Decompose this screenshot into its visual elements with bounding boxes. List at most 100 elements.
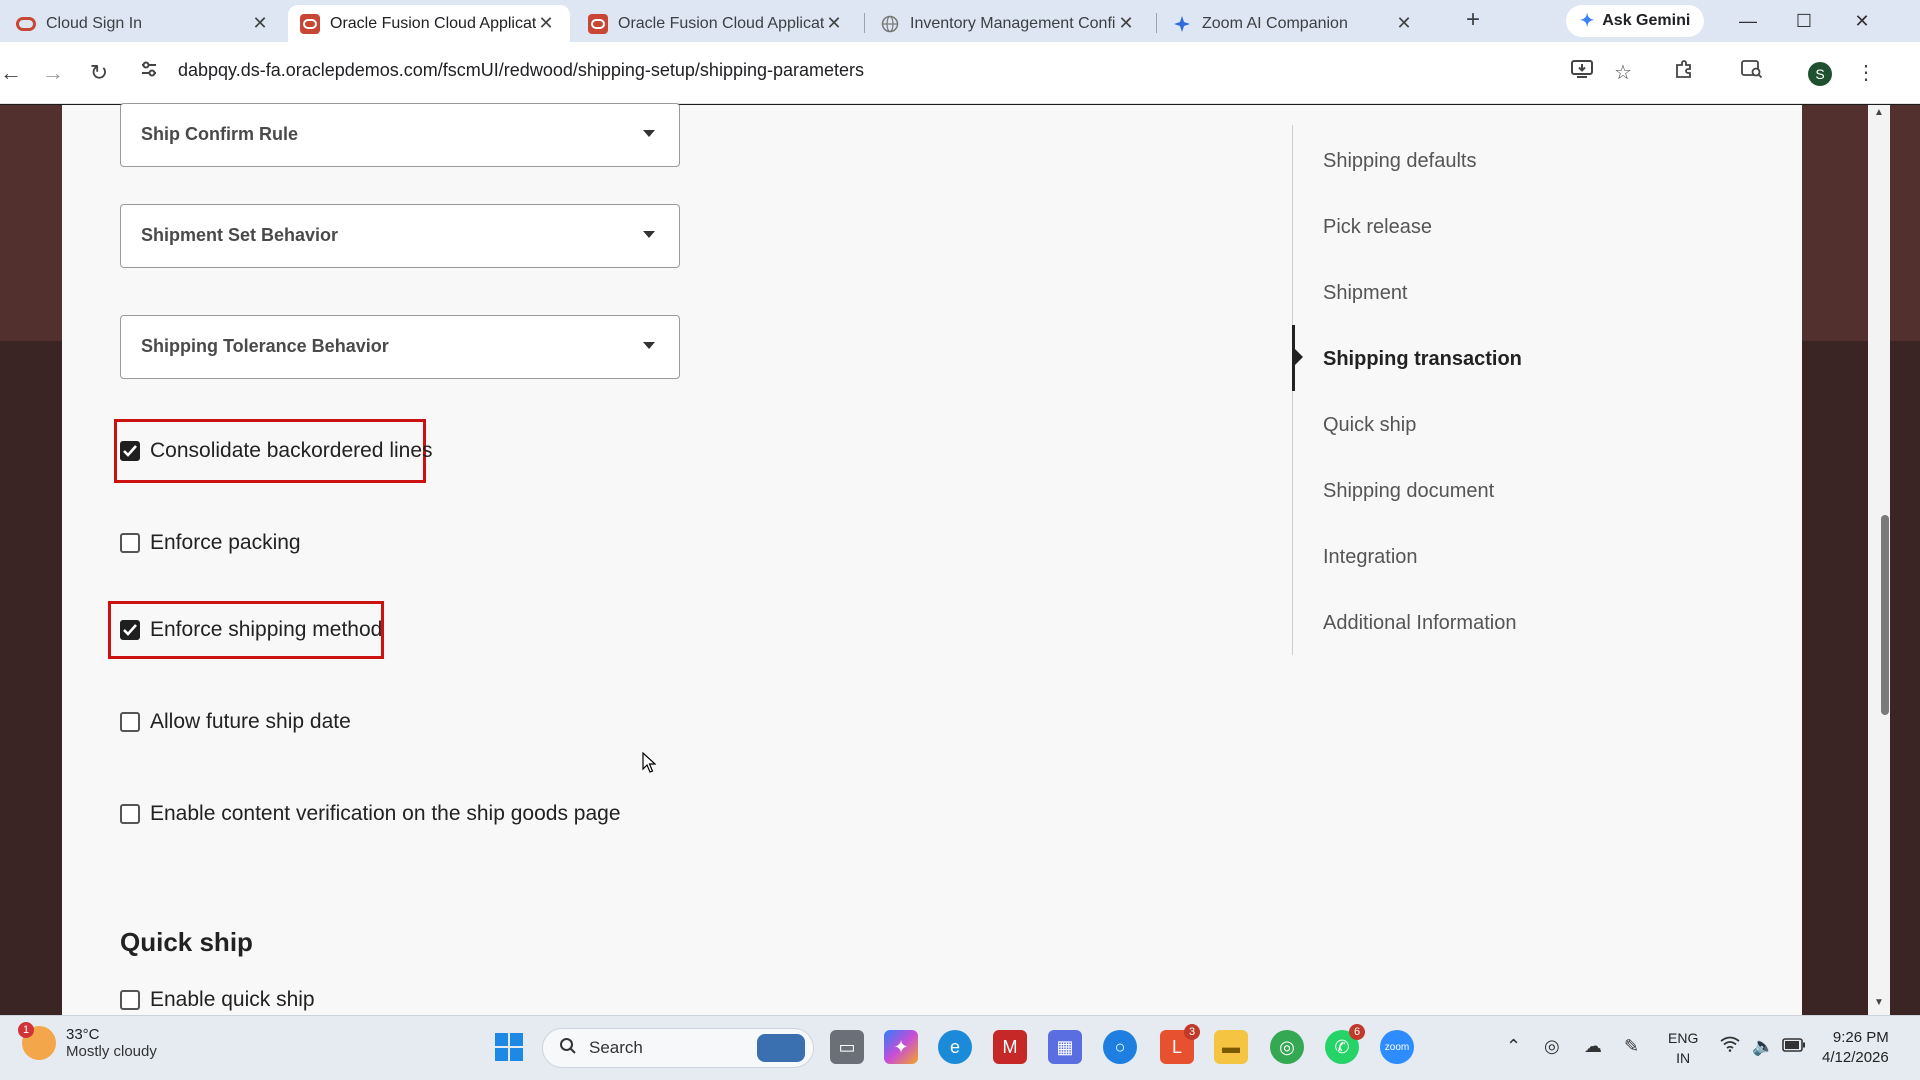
checkbox-unchecked-icon[interactable]	[120, 533, 140, 553]
zoom-app-icon[interactable]: zoom	[1380, 1030, 1414, 1064]
install-app-icon[interactable]	[1566, 58, 1598, 88]
side-nav-shipping-defaults[interactable]: Shipping defaults	[1323, 150, 1476, 173]
mcafee-shield-icon[interactable]: M	[993, 1030, 1027, 1064]
tab-inventory-management[interactable]: Inventory Management Config ✕	[868, 5, 1150, 42]
select-label: Ship Confirm Rule	[141, 124, 298, 144]
new-tab-button[interactable]: +	[1458, 6, 1488, 36]
ship-confirm-rule-select[interactable]: Ship Confirm Rule	[120, 103, 680, 167]
site-settings-icon[interactable]	[140, 60, 158, 83]
taskbar-search-label: Search	[589, 1038, 643, 1057]
checkbox-checked-icon[interactable]	[120, 620, 140, 640]
shipment-set-behavior-select[interactable]: Shipment Set Behavior	[120, 204, 680, 268]
search-icon	[559, 1037, 577, 1060]
enable-quick-ship-checkbox[interactable]: Enable quick ship	[120, 985, 315, 1015]
side-nav-pick-release[interactable]: Pick release	[1323, 216, 1432, 239]
enable-content-verification-checkbox[interactable]: Enable content verification on the ship …	[120, 799, 621, 829]
side-nav-shipping-transaction[interactable]: Shipping transaction	[1323, 348, 1522, 371]
tab-zoom-ai-companion[interactable]: Zoom AI Companion ✕	[1160, 5, 1428, 42]
side-nav-shipping-document[interactable]: Shipping document	[1323, 480, 1494, 503]
tab-title: Cloud Sign In	[46, 14, 143, 32]
back-icon[interactable]: ←	[0, 58, 26, 88]
close-tab-icon[interactable]: ✕	[536, 13, 556, 34]
side-nav-integration[interactable]: Integration	[1323, 546, 1418, 569]
select-label: Shipment Set Behavior	[141, 225, 339, 245]
minimize-window-icon[interactable]: —	[1728, 6, 1768, 36]
side-nav-additional-information[interactable]: Additional Information	[1323, 612, 1516, 635]
cortana-ring-icon[interactable]: ○	[1103, 1030, 1137, 1064]
scrollbar-thumb[interactable]	[1881, 515, 1889, 715]
input-language-indicator[interactable]: ENG IN	[1668, 1028, 1698, 1068]
wifi-icon[interactable]	[1720, 1036, 1740, 1057]
address-bar-url[interactable]: dabpqy.ds-fa.oraclepdemos.com/fscmUI/red…	[178, 60, 864, 81]
weather-cloudy-icon: 1	[18, 1022, 56, 1060]
onedrive-cloud-icon[interactable]: ☁	[1584, 1036, 1602, 1057]
profile-avatar[interactable]: S	[1808, 62, 1832, 86]
windows-taskbar: 1 33°C Mostly cloudy Search ▭ ✦ e M ▦ ○ …	[0, 1015, 1920, 1080]
reload-icon[interactable]: ↻	[84, 58, 114, 88]
oracle-logo-icon	[588, 13, 608, 34]
weather-widget[interactable]: 1 33°C Mostly cloudy	[18, 1022, 157, 1060]
page-scrollbar[interactable]: ▲ ▼	[1868, 105, 1890, 1015]
allow-future-ship-date-checkbox[interactable]: Allow future ship date	[120, 707, 351, 737]
system-clock[interactable]: 9:26 PM 4/12/2026	[1822, 1028, 1889, 1068]
l-app-icon[interactable]: L 3	[1160, 1024, 1200, 1064]
clock-date: 4/12/2026	[1822, 1049, 1889, 1066]
tab-oracle-fusion-active[interactable]: Oracle Fusion Cloud Applicatio ✕	[288, 5, 570, 42]
tab-search-icon[interactable]	[1736, 58, 1768, 88]
scroll-down-icon[interactable]: ▼	[1874, 997, 1884, 1008]
checkbox-label: Allow future ship date	[150, 710, 351, 733]
tab-cloud-sign-in[interactable]: Cloud Sign In ✕	[4, 5, 284, 42]
weather-badge: 1	[18, 1022, 34, 1038]
volume-speaker-icon[interactable]: 🔈	[1752, 1036, 1774, 1057]
globe-icon	[880, 14, 900, 34]
edge-browser-icon[interactable]: e	[938, 1030, 972, 1064]
enforce-shipping-method-checkbox[interactable]: Enforce shipping method	[120, 615, 382, 645]
quick-ship-section-title: Quick ship	[120, 927, 253, 957]
tab-oracle-fusion-2[interactable]: Oracle Fusion Cloud Applicatio ✕	[576, 5, 858, 42]
forward-icon[interactable]: →	[38, 58, 68, 88]
checkbox-checked-icon[interactable]	[120, 441, 140, 461]
ask-gemini-button[interactable]: ✦ Ask Gemini	[1566, 5, 1705, 37]
notification-badge: 6	[1349, 1024, 1365, 1040]
battery-icon[interactable]	[1782, 1036, 1806, 1057]
browser-tab-strip: Cloud Sign In ✕ Oracle Fusion Cloud Appl…	[0, 0, 1920, 42]
windows-start-icon[interactable]	[492, 1030, 526, 1064]
gemini-sparkle-icon: ✦	[1580, 11, 1595, 30]
tray-app-icon[interactable]: ◎	[1544, 1036, 1560, 1057]
enforce-packing-checkbox[interactable]: Enforce packing	[120, 528, 301, 558]
tab-separator	[864, 13, 865, 33]
side-nav-quick-ship[interactable]: Quick ship	[1323, 414, 1416, 437]
file-explorer-icon[interactable]: ▬	[1214, 1030, 1248, 1064]
consolidate-backordered-lines-checkbox[interactable]: Consolidate backordered lines	[120, 436, 433, 466]
task-view-icon[interactable]: ▭	[830, 1030, 864, 1064]
checkbox-unchecked-icon[interactable]	[120, 990, 140, 1010]
chrome-icon[interactable]: ◎	[1270, 1030, 1304, 1064]
taskbar-search-box[interactable]: Search	[542, 1028, 814, 1068]
close-tab-icon[interactable]: ✕	[1394, 13, 1414, 34]
checkbox-unchecked-icon[interactable]	[120, 712, 140, 732]
close-window-icon[interactable]: ✕	[1842, 6, 1882, 36]
copilot-icon[interactable]: ✦	[884, 1030, 918, 1064]
tab-separator	[1156, 13, 1157, 33]
whatsapp-icon[interactable]: ✆ 6	[1325, 1024, 1365, 1064]
bookmark-star-icon[interactable]: ☆	[1607, 58, 1639, 88]
oracle-logo-icon	[300, 13, 320, 34]
side-nav-shipment[interactable]: Shipment	[1323, 282, 1408, 305]
shipping-tolerance-behavior-select[interactable]: Shipping Tolerance Behavior	[120, 315, 680, 379]
show-hidden-icons-chevron-icon[interactable]: ⌃	[1506, 1036, 1521, 1057]
chevron-down-icon	[643, 342, 655, 349]
browser-menu-icon[interactable]: ⋮	[1850, 58, 1882, 88]
extensions-puzzle-icon[interactable]	[1668, 58, 1700, 88]
scroll-up-icon[interactable]: ▲	[1874, 107, 1884, 118]
pen-input-icon[interactable]: ✎	[1624, 1036, 1639, 1057]
mouse-pointer-icon	[642, 751, 657, 779]
checkbox-label: Enable quick ship	[150, 988, 315, 1011]
microsoft-store-icon[interactable]: ▦	[1048, 1030, 1082, 1064]
checkbox-unchecked-icon[interactable]	[120, 804, 140, 824]
close-tab-icon[interactable]: ✕	[250, 13, 270, 34]
checkbox-label: Enforce shipping method	[150, 618, 383, 641]
maximize-window-icon[interactable]: ☐	[1784, 6, 1824, 36]
language-code: ENG	[1668, 1030, 1699, 1046]
close-tab-icon[interactable]: ✕	[824, 13, 844, 34]
close-tab-icon[interactable]: ✕	[1116, 13, 1136, 34]
